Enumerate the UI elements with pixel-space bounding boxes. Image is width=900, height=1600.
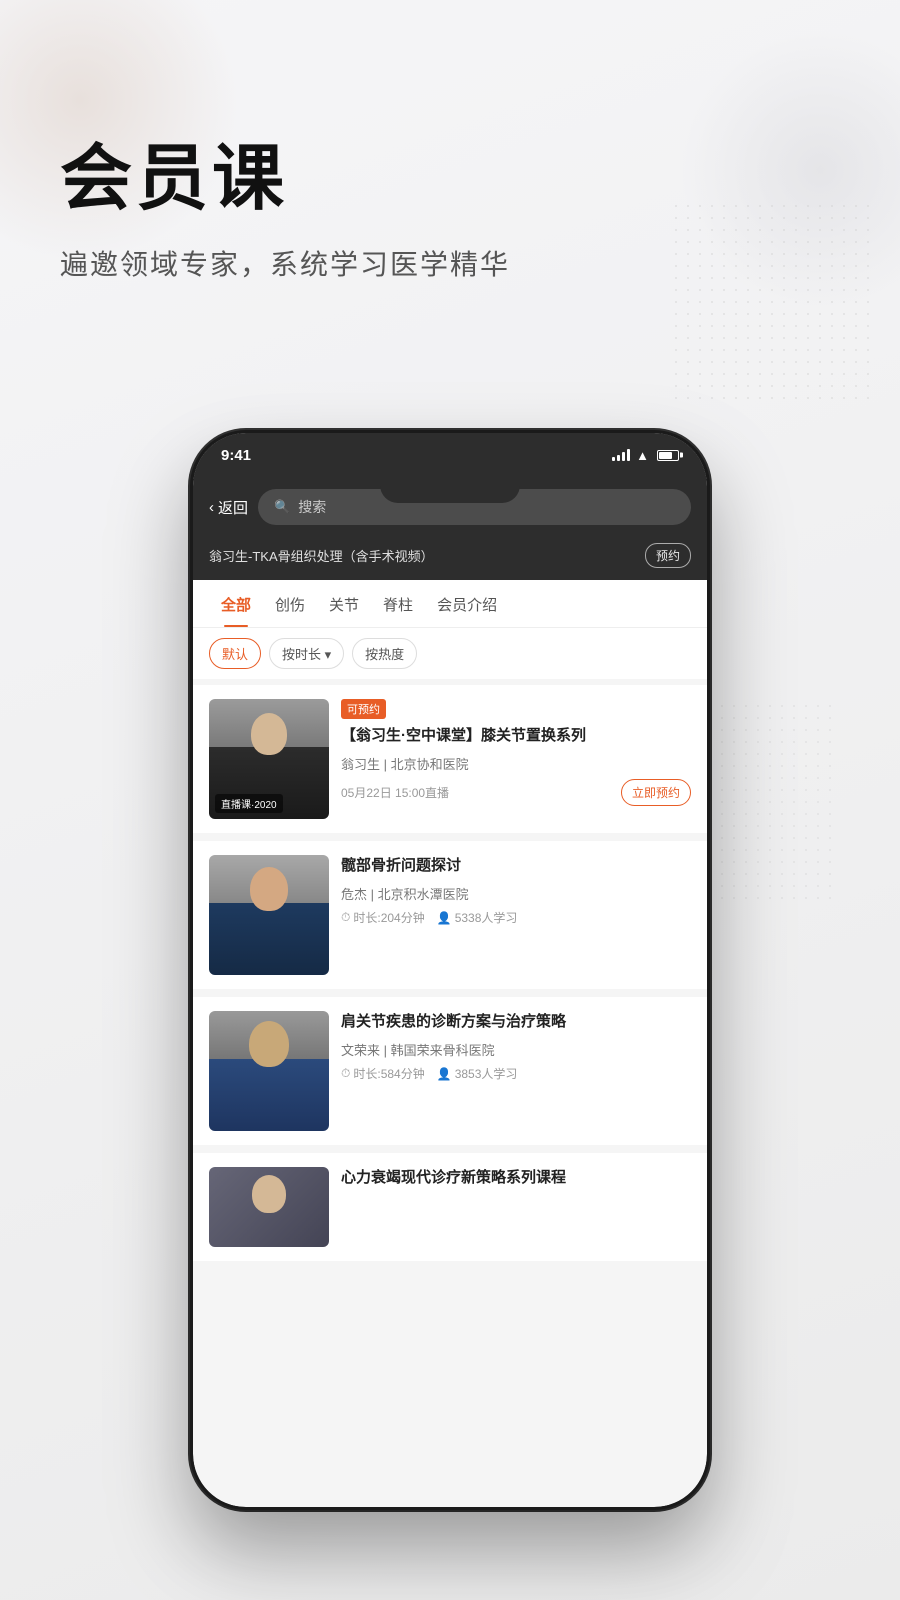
signal-bar-2: [617, 455, 620, 461]
search-icon: 🔍: [274, 499, 290, 515]
filter-default[interactable]: 默认: [209, 638, 261, 669]
course-meta-1: 05月22日 15:00直播 立即预约: [341, 779, 691, 806]
signal-bar-1: [612, 457, 615, 461]
tab-joint[interactable]: 关节: [317, 580, 371, 627]
course-author-2: 危杰 | 北京积水潭医院: [341, 884, 691, 903]
duration-stat-2: ⏱ 时长:204分钟: [341, 909, 425, 926]
course-stats-3: ⏱ 时长:584分钟 👤 3853人学习: [341, 1065, 691, 1082]
learners-stat-3: 👤 3853人学习: [437, 1065, 518, 1082]
tabs-container: 全部 创伤 关节 脊柱 会员介绍: [193, 580, 707, 628]
clock-icon: ⏱: [341, 910, 350, 925]
signal-bar-4: [627, 449, 630, 461]
signal-icon: [612, 449, 630, 461]
learners-value-3: 3853人学习: [455, 1065, 518, 1082]
phone-screen: 9:41 ▲: [193, 433, 707, 1507]
wifi-icon: ▲: [636, 448, 649, 463]
search-placeholder: 搜索: [298, 497, 326, 517]
page-title: 会员课: [60, 140, 510, 219]
course-info-2: 髋部骨折问题探讨 危杰 | 北京积水潭医院 ⏱ 时长:204分钟 👤 5338人…: [341, 855, 691, 975]
course-thumb-2: [209, 855, 329, 975]
learners-value-2: 5338人学习: [455, 909, 518, 926]
tab-member[interactable]: 会员介绍: [425, 580, 509, 627]
page-subtitle: 遍邀领域专家，系统学习医学精华: [60, 243, 510, 283]
course-title-2: 髋部骨折问题探讨: [341, 855, 691, 876]
course-card-4[interactable]: 心力衰竭现代诊疗新策略系列课程: [193, 1153, 707, 1261]
battery-icon: [657, 450, 679, 461]
header-section: 会员课 遍邀领域专家，系统学习医学精华: [60, 140, 510, 283]
duration-value-2: 时长:204分钟: [353, 909, 424, 926]
course-info-1: 可预约 【翁习生·空中课堂】膝关节置换系列 翁习生 | 北京协和医院 05月22…: [341, 699, 691, 819]
course-thumb-4: [209, 1167, 329, 1247]
course-card-1[interactable]: 直播课·2020 可预约 【翁习生·空中课堂】膝关节置换系列 翁习生 | 北京协…: [193, 685, 707, 833]
filter-bar: 默认 按时长 ▾ 按热度: [193, 628, 707, 679]
reserve-button[interactable]: 预约: [645, 543, 691, 568]
person-head-1: [251, 713, 287, 755]
course-info-3: 肩关节疾患的诊断方案与治疗策略 文荣来 | 韩国荣来骨科医院 ⏱ 时长:584分…: [341, 1011, 691, 1131]
course-stats-2: ⏱ 时长:204分钟 👤 5338人学习: [341, 909, 691, 926]
course-card-3[interactable]: 肩关节疾患的诊断方案与治疗策略 文荣来 | 韩国荣来骨科医院 ⏱ 时长:584分…: [193, 997, 707, 1145]
status-time: 9:41: [221, 447, 251, 464]
dots-pattern-1: [670, 200, 870, 400]
course-title-4: 心力衰竭现代诊疗新策略系列课程: [341, 1167, 691, 1188]
signal-bar-3: [622, 452, 625, 461]
phone-inner: 9:41 ▲: [193, 433, 707, 1507]
action-button-1[interactable]: 立即预约: [621, 779, 691, 806]
course-title-3: 肩关节疾患的诊断方案与治疗策略: [341, 1011, 691, 1032]
sub-nav: 翁习生-TKA骨组织处理（含手术视频） 预约: [193, 535, 707, 580]
person-head-2: [250, 867, 288, 911]
learners-stat-2: 👤 5338人学习: [437, 909, 518, 926]
back-label: 返回: [218, 497, 248, 518]
course-author-3: 文荣来 | 韩国荣来骨科医院: [341, 1040, 691, 1059]
phone-notch: [380, 477, 520, 503]
course-badge-1: 可预约: [341, 699, 386, 719]
battery-fill: [659, 452, 672, 459]
person-head-4: [252, 1175, 286, 1213]
course-card-2[interactable]: 髋部骨折问题探讨 危杰 | 北京积水潭医院 ⏱ 时长:204分钟 👤 5338人…: [193, 841, 707, 989]
filter-heat[interactable]: 按热度: [352, 638, 417, 669]
phone-frame: 9:41 ▲: [190, 430, 710, 1510]
filter-duration[interactable]: 按时长 ▾: [269, 638, 344, 669]
duration-value-3: 时长:584分钟: [353, 1065, 424, 1082]
course-thumb-3: [209, 1011, 329, 1131]
back-chevron-icon: ‹: [209, 499, 214, 516]
tab-spine[interactable]: 脊柱: [371, 580, 425, 627]
status-icons: ▲: [612, 448, 679, 463]
people-icon-3: 👤: [437, 1067, 452, 1081]
tab-all[interactable]: 全部: [209, 580, 263, 627]
clock-icon-3: ⏱: [341, 1066, 350, 1081]
course-title-1: 【翁习生·空中课堂】膝关节置换系列: [341, 725, 691, 746]
tab-trauma[interactable]: 创伤: [263, 580, 317, 627]
course-thumb-label-1: 直播课·2020: [215, 794, 283, 813]
course-date-1: 05月22日 15:00直播: [341, 784, 449, 801]
duration-stat-3: ⏱ 时长:584分钟: [341, 1065, 425, 1082]
status-bar: 9:41 ▲: [193, 433, 707, 477]
course-author-1: 翁习生 | 北京协和医院: [341, 754, 691, 773]
people-icon: 👤: [437, 911, 452, 925]
back-button[interactable]: ‹ 返回: [209, 497, 248, 518]
person-head-3: [249, 1021, 289, 1067]
course-info-4: 心力衰竭现代诊疗新策略系列课程: [341, 1167, 691, 1247]
sub-nav-title: 翁习生-TKA骨组织处理（含手术视频）: [209, 546, 434, 565]
course-thumb-1: 直播课·2020: [209, 699, 329, 819]
